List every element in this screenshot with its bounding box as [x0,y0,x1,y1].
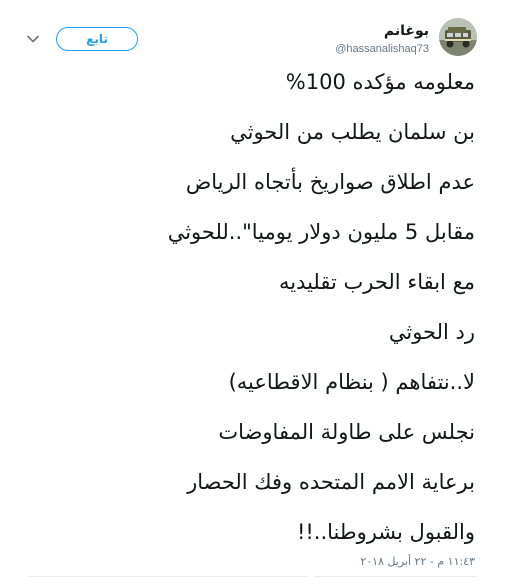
tweet-menu-button[interactable] [26,32,40,46]
avatar[interactable] [439,18,477,56]
tweet-timestamp[interactable]: ١١:٤٣ م - ٢٢ أبريل ٢٠١٨ [360,555,475,568]
chevron-down-icon [27,35,39,43]
tweet-line: عدم اطلاق صواريخ بأتجاه الرياض [185,170,475,194]
author-handle[interactable]: @hassanalishaq73 [335,41,429,57]
tweet-line: معلومه مؤكده 100% [285,70,475,94]
tweet-line: مقابل 5 مليون دولار يوميا"..للحوثي [167,220,475,244]
tweet-line: رد الحوثي [388,320,475,344]
tweet-line: بن سلمان يطلب من الحوثي [230,120,475,144]
tweet-line: والقبول بشروطنا..!! [296,520,475,544]
author-display-name[interactable]: بوغانم [335,23,429,39]
tweet-header: بوغانم @hassanalishaq73 تابع [26,18,477,64]
tweet-card: بوغانم @hassanalishaq73 تابع معلومه مؤكد… [0,0,505,585]
divider [28,575,477,578]
follow-button[interactable]: تابع [56,27,138,51]
avatar-image [439,18,477,56]
tweet-line: برعاية الامم المتحده وفك الحصار [187,470,475,494]
tweet-line: نجلس على طاولة المفاوضات [218,420,475,444]
tweet-line: مع ابقاء الحرب تقليديه [278,270,475,294]
tweet-line: لا..نتفاهم ( بنظام الاقطاعيه) [228,370,475,394]
author-block[interactable]: بوغانم @hassanalishaq73 [335,23,429,57]
tweet-text: معلومه مؤكده 100% بن سلمان يطلب من الحوث… [15,70,475,570]
